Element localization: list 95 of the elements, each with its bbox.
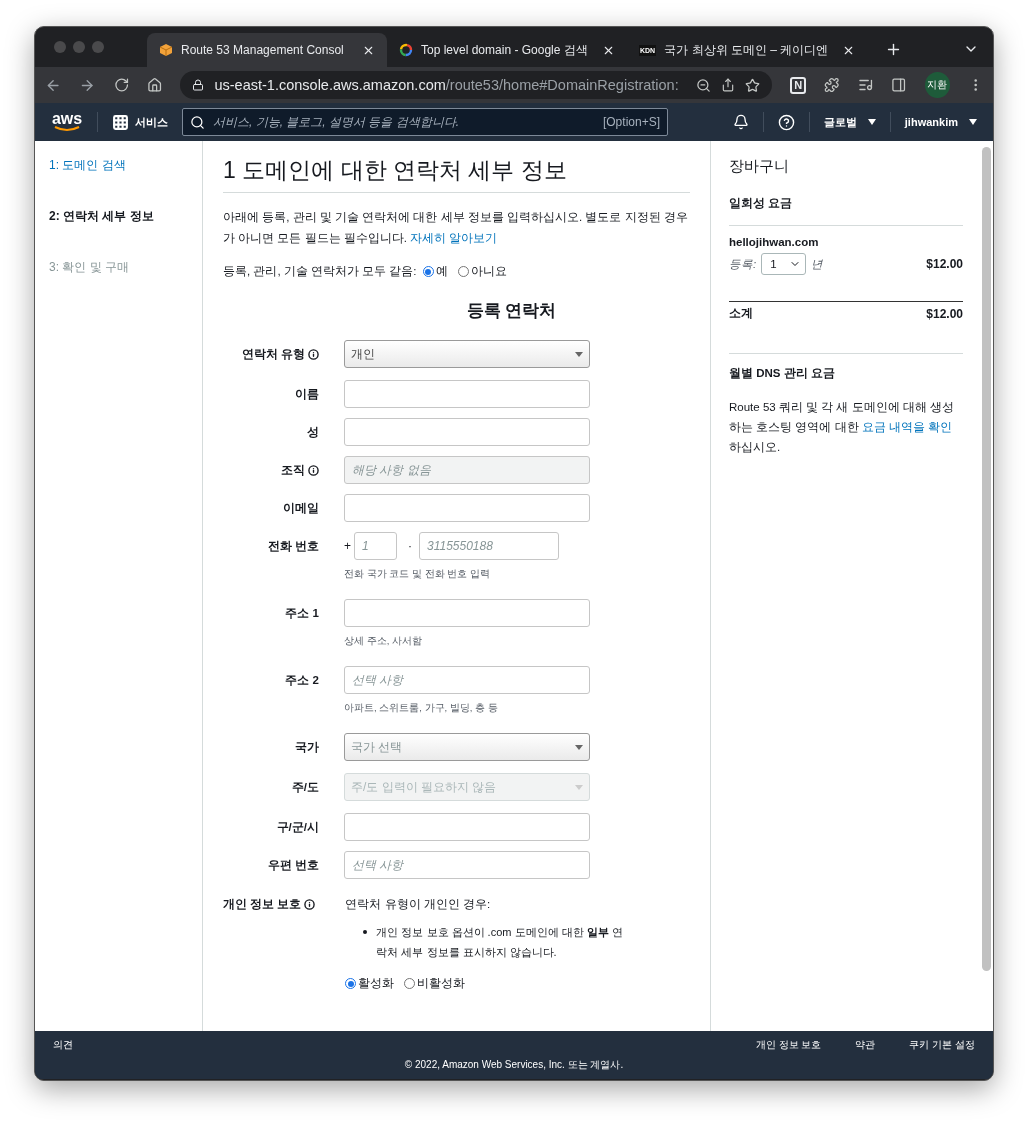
cube-icon <box>159 43 173 57</box>
info-icon[interactable] <box>304 899 316 910</box>
help-icon[interactable] <box>777 113 795 131</box>
home-icon[interactable] <box>147 77 163 93</box>
input-field[interactable] <box>344 813 590 841</box>
caret-icon <box>575 784 583 790</box>
input-field[interactable]: 선택 사항 <box>344 666 590 694</box>
field-label: 구/군/시 <box>276 819 319 835</box>
subtotal-price: $12.00 <box>926 306 963 321</box>
search-icon <box>190 115 205 130</box>
field-label: 이메일 <box>283 500 319 516</box>
bookmark-star-icon[interactable] <box>744 77 760 93</box>
url-host: us-east-1.console.aws.amazon.com <box>214 77 446 93</box>
field-label: 조직 <box>281 462 305 478</box>
pricing-link[interactable]: 요금 내역을 확인 <box>861 421 953 433</box>
plus-sign: + <box>344 539 351 553</box>
field-label: 성 <box>307 424 319 440</box>
input-field[interactable] <box>344 494 590 522</box>
input-field[interactable]: 선택 사항 <box>344 851 590 879</box>
domain-name: hellojihwan.com <box>729 236 820 248</box>
monthly-fees-heading: 월별 DNS 관리 요금 <box>729 366 836 381</box>
input-field[interactable] <box>344 418 590 446</box>
help-text: 전화 국가 코드 및 전화 번호 입력 <box>344 568 491 581</box>
grid-icon <box>112 113 129 131</box>
subtotal-label: 소계 <box>729 306 753 321</box>
phone-number-field[interactable]: 3115550188 <box>419 532 559 560</box>
scrollbar[interactable] <box>982 147 991 971</box>
learn-more-link[interactable]: 자세히 알아보기 <box>410 232 498 244</box>
caret-icon <box>969 119 977 125</box>
user-menu[interactable]: jihwankim <box>904 116 977 128</box>
extensions-icon[interactable] <box>824 77 840 93</box>
cart-title: 장바구니 <box>729 157 790 176</box>
radio-option[interactable]: 비활성화 <box>404 976 466 991</box>
ring-icon <box>399 43 413 57</box>
shortcut-hint: [Option+S] <box>602 115 660 129</box>
caret-icon <box>575 351 583 357</box>
field-label: 주소 2 <box>285 672 319 688</box>
new-tab-icon[interactable] <box>885 41 902 58</box>
intro-text: 아래에 등록, 관리 및 기술 연락처에 대한 세부 정보를 입력하십시오. 별도로 지정된 경우가 아니면 모든 필드는 필수입니다. 자세히 알아보기 <box>223 210 689 246</box>
share-icon[interactable] <box>720 78 735 92</box>
caret-icon <box>867 119 876 125</box>
footer-link[interactable]: 개인 정보 보호 <box>755 1038 822 1052</box>
copyright-text: © 2022, Amazon Web Services, Inc. 또는 계열사. <box>404 1058 624 1072</box>
url-path: /route53/home#DomainRegistration: <box>445 77 680 93</box>
caret-icon <box>575 744 583 750</box>
feedback-link[interactable]: 의견 <box>53 1038 73 1052</box>
price: $12.00 <box>926 257 963 271</box>
region-menu[interactable]: 글로벌 <box>823 114 876 130</box>
bullet-icon <box>363 930 368 934</box>
profile-avatar[interactable]: 지환 <box>924 72 950 98</box>
services-menu[interactable]: 서비스 <box>112 113 168 131</box>
side-panel-icon[interactable] <box>891 77 907 93</box>
field-label: 주/도 <box>291 779 319 795</box>
field-label: 연락처 유형 <box>241 346 305 362</box>
field-label: 개인 정보 보호 <box>223 897 302 912</box>
section-title: 등록 연락처 <box>465 300 558 322</box>
select-field[interactable]: 개인 <box>344 340 590 368</box>
lock-icon <box>192 79 205 91</box>
footer-link[interactable]: 약관 <box>855 1038 876 1052</box>
reload-icon[interactable] <box>113 77 130 93</box>
radio-option[interactable]: 예 <box>422 264 448 279</box>
one-time-fees-heading: 일회성 요금 <box>729 196 794 211</box>
aws-logo[interactable]: aws <box>51 112 83 132</box>
step-link[interactable]: 2: 연락처 세부 정보 <box>49 208 188 225</box>
info-icon[interactable] <box>308 348 319 360</box>
country-code-field[interactable]: 1 <box>354 532 397 560</box>
help-text: 아파트, 스위트룸, 가구, 빌딩, 층 등 <box>344 702 499 715</box>
browser-tab[interactable]: Route 53 Management Consol <box>147 33 387 67</box>
monthly-fees-text: Route 53 쿼리 및 각 새 도메인에 대해 생성하는 호스팅 영역에 대한 요금 내역을 확인 하십시오. <box>729 400 956 455</box>
radio-option[interactable]: 아니요 <box>457 264 507 279</box>
browser-tab[interactable]: Top level domain - Google 검색 <box>387 33 627 67</box>
notifications-icon[interactable] <box>732 114 749 130</box>
field-label: 주소 1 <box>285 605 319 621</box>
field-label: 이름 <box>295 386 319 402</box>
input-field[interactable] <box>344 380 590 408</box>
page-title: 1 도메인에 대한 연락처 세부 정보 <box>223 155 690 193</box>
privacy-bullet: 개인 정보 보호 옵션이 .com 도메인에 대한 일부 연락처 세부 정보를 표시하지 않습니다. <box>376 925 624 960</box>
step-link[interactable]: 1: 도메인 검색 <box>49 157 188 174</box>
separator-dot: · <box>408 539 412 553</box>
unit-label: 년 <box>811 256 824 272</box>
field-label: 우편 번호 <box>267 857 319 873</box>
privacy-note: 연락처 유형이 개인인 경우: <box>345 897 492 912</box>
field-label: 국가 <box>295 739 319 755</box>
radio-option[interactable]: 활성화 <box>345 976 395 991</box>
input-field[interactable] <box>344 599 590 627</box>
same-contacts-label: 등록, 관리, 기술 연락처가 모두 같음: <box>223 264 417 279</box>
media-icon[interactable] <box>857 77 874 93</box>
zoom-icon[interactable] <box>695 77 711 93</box>
field-label: 전화 번호 <box>267 538 319 554</box>
years-select[interactable]: 1 <box>761 253 807 275</box>
help-text: 상세 주소, 사서함 <box>344 635 423 648</box>
address-bar[interactable]: us-east-1.console.aws.amazon.com/route53/home#DomainRegistration: <box>180 71 772 99</box>
footer-link[interactable]: 쿠키 기본 설정 <box>909 1038 975 1052</box>
extension-button[interactable]: N <box>789 76 807 94</box>
term-label: 등록: <box>729 256 757 272</box>
